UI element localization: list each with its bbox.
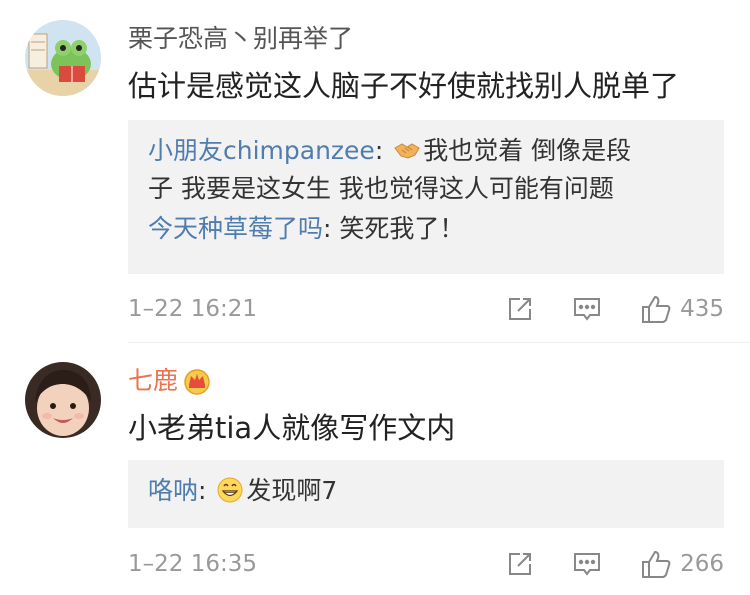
repost-button[interactable] [506, 295, 534, 323]
reply-item: 今天种草莓了吗: 笑死我了！ [148, 210, 704, 248]
like-button[interactable]: 266 [640, 549, 724, 579]
comment-time: 1–22 16:21 [128, 296, 257, 322]
reply-text: 我也觉着 倒像是段 [423, 136, 632, 165]
username[interactable]: 七鹿 [128, 366, 212, 396]
reply-username[interactable]: 今天种草莓了吗 [148, 214, 323, 243]
comment-time: 1–22 16:35 [128, 551, 257, 577]
reply-item: 小朋友chimpanzee: 我也觉着 倒像是段 子 我要是这女生 我也觉得这人… [148, 132, 704, 208]
handshake-emoji-icon [394, 143, 420, 159]
user-avatar[interactable] [25, 362, 101, 438]
reply-button[interactable] [572, 295, 602, 323]
thumbs-up-icon [642, 550, 671, 578]
like-button[interactable]: 435 [640, 294, 724, 324]
reply-text: 发现啊7 [246, 476, 338, 505]
reply-colon: : [198, 476, 215, 505]
comment-item: 七鹿 小老弟tia人就像写作文内 咯呐: 发现啊7 1–22 16:35 266 [0, 342, 750, 595]
like-count: 266 [680, 551, 724, 577]
reply-text-continued: 子 我要是这女生 我也觉得这人可能有问题 [148, 174, 614, 203]
like-count: 435 [680, 296, 724, 322]
comment-text: 估计是感觉这人脑子不好使就找别人脱单了 [128, 69, 680, 103]
comment-text: 小老弟tia人就像写作文内 [128, 411, 456, 445]
repost-button[interactable] [506, 550, 534, 578]
reply-item: 咯呐: 发现啊7 [148, 472, 704, 510]
comment-item: 栗子恐高丶别再举了 估计是感觉这人脑子不好使就找别人脱单了 小朋友chimpan… [0, 0, 750, 342]
reply-colon: : [374, 136, 392, 165]
thumbs-up-icon [642, 295, 671, 323]
repost-icon [509, 553, 532, 575]
grin-emoji-icon [217, 477, 243, 503]
user-avatar[interactable] [25, 20, 101, 96]
comment-footer: 1–22 16:21 435 [128, 294, 724, 324]
reply-text: 笑死我了！ [339, 214, 465, 243]
reply-username[interactable]: 小朋友chimpanzee [148, 136, 375, 165]
reply-list[interactable]: 小朋友chimpanzee: 我也觉着 倒像是段 子 我要是这女生 我也觉得这人… [128, 120, 724, 274]
reply-list[interactable]: 咯呐: 发现啊7 [128, 460, 724, 528]
comment-footer: 1–22 16:35 266 [128, 549, 724, 579]
reply-colon: : [323, 214, 340, 243]
reply-username[interactable]: 咯呐 [148, 476, 198, 505]
username-text: 七鹿 [128, 366, 179, 395]
comment-icon [574, 553, 601, 576]
username[interactable]: 栗子恐高丶别再举了 [128, 24, 353, 54]
crown-badge-icon [184, 369, 210, 395]
repost-icon [509, 298, 532, 320]
reply-button[interactable] [572, 550, 602, 578]
comment-icon [574, 298, 601, 321]
